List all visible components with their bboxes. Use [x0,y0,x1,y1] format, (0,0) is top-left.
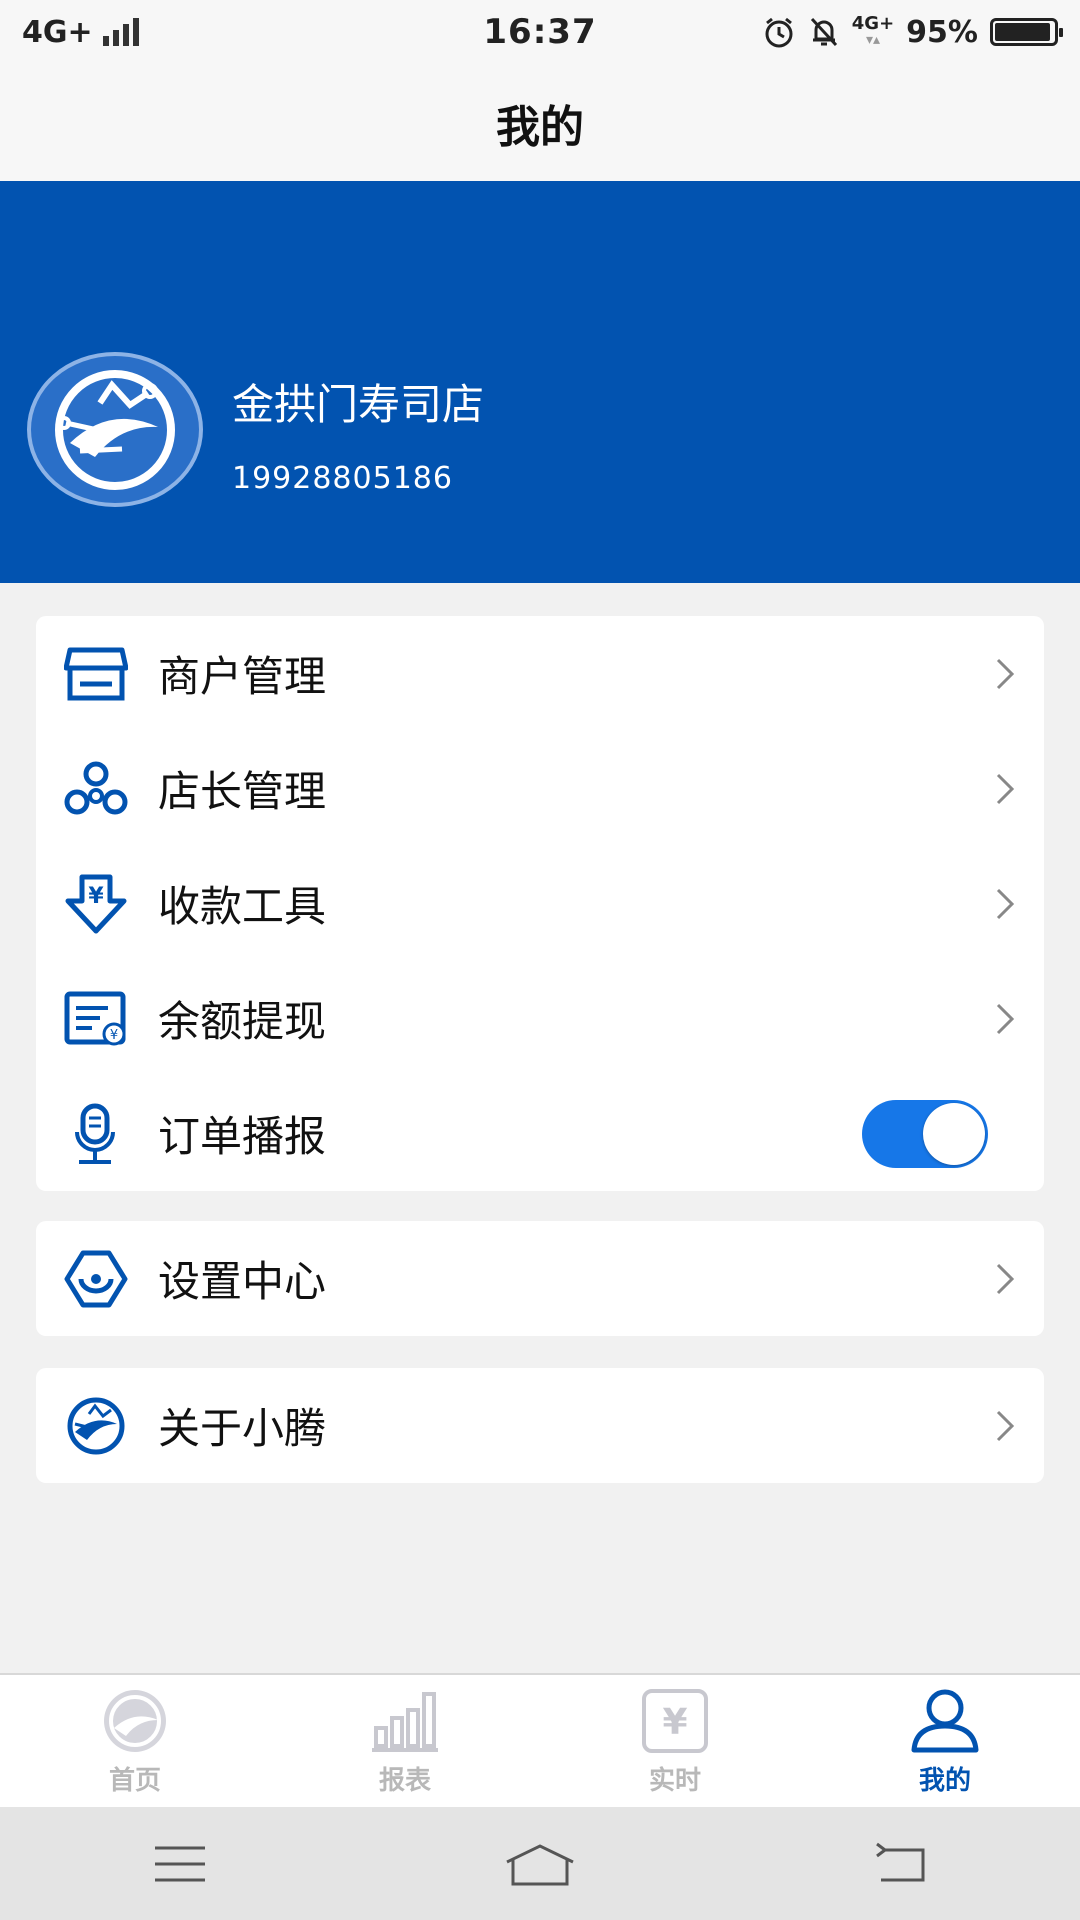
menu-item-settings[interactable]: 设置中心 [36,1221,1044,1336]
brand-logo-icon [55,369,175,490]
network-small-label: 4G+ [851,13,895,34]
toggle-knob [923,1102,985,1165]
menu-item-merchant[interactable]: 商户管理 [36,616,1044,731]
profile-banner: 金拱门寿司店 19928805186 [0,181,1080,583]
signal-icon [102,18,139,46]
network-small: 4G+ ▾▴ [851,13,895,49]
bottom-tab-bar: 首页 报表 ¥ 实时 我的 [0,1673,1080,1807]
page-title: 我的 [0,64,1080,181]
menu-item-label: 商户管理 [158,652,327,701]
withdraw-icon: ¥ [62,985,130,1053]
status-time: 16:37 [483,12,597,52]
status-bar: 4G+ 16:37 4G+ ▾▴ 95% [0,0,1080,64]
home-icon[interactable] [495,1834,585,1894]
battery-percent: 95% [906,14,978,50]
mute-bell-icon [810,17,837,47]
tab-label: 首页 [108,1765,161,1796]
realtime-yen-icon: ¥ [637,1686,713,1756]
chevron-right-icon [990,769,1020,809]
tab-home[interactable]: 首页 [0,1675,270,1807]
menu-item-label: 设置中心 [158,1257,327,1306]
network-type: 4G+ [22,14,93,50]
menu-icon[interactable] [135,1834,225,1894]
tab-label: 我的 [918,1765,971,1796]
system-nav-bar [0,1807,1080,1920]
chevron-right-icon [990,654,1020,694]
about-card: 关于小腾 [36,1368,1044,1483]
menu-item-label: 店长管理 [158,767,327,816]
svg-text:¥: ¥ [110,1028,118,1043]
tab-label: 实时 [648,1765,701,1796]
store-icon [62,640,130,708]
team-icon [62,755,130,823]
payment-tool-icon: ¥ [62,870,130,938]
menu-item-payment-tools[interactable]: ¥ 收款工具 [36,846,1044,961]
status-right: 4G+ ▾▴ 95% [758,13,1063,50]
avatar[interactable] [27,352,203,507]
menu-item-label: 收款工具 [158,882,327,931]
status-left: 4G+ [22,15,322,50]
battery-icon [989,18,1063,46]
store-name: 金拱门寿司店 [232,380,485,429]
alarm-icon [765,17,793,48]
home-logo-icon [97,1686,173,1756]
menu-card: 商户管理 店长管理 ¥ 收款工具 ¥ 余额提现 订单播报 [36,616,1044,1191]
menu-item-label: 关于小腾 [158,1404,327,1453]
chevron-right-icon [990,884,1020,924]
settings-card: 设置中心 [36,1221,1044,1336]
about-logo-icon [62,1392,130,1460]
tab-realtime[interactable]: ¥ 实时 [540,1675,810,1807]
microphone-icon [62,1100,130,1168]
tab-mine[interactable]: 我的 [810,1675,1080,1807]
menu-item-manager[interactable]: 店长管理 [36,731,1044,846]
store-phone: 19928805186 [232,461,453,496]
menu-item-about[interactable]: 关于小腾 [36,1368,1044,1483]
menu-item-order-broadcast: 订单播报 [36,1076,1044,1191]
settings-icon [62,1245,130,1313]
chevron-right-icon [990,1406,1020,1446]
svg-text:¥: ¥ [88,884,104,909]
tab-label: 报表 [378,1765,431,1796]
back-icon[interactable] [855,1834,945,1894]
chevron-right-icon [990,999,1020,1039]
tab-report[interactable]: 报表 [270,1675,540,1807]
report-chart-icon [367,1686,443,1756]
menu-item-withdraw[interactable]: ¥ 余额提现 [36,961,1044,1076]
battery-fill [994,23,1051,41]
svg-text:¥: ¥ [662,1702,687,1743]
menu-item-label: 订单播报 [158,1112,327,1161]
order-broadcast-toggle[interactable] [862,1099,988,1168]
chevron-right-icon [990,1259,1020,1299]
user-icon [907,1686,983,1756]
menu-item-label: 余额提现 [158,997,327,1046]
